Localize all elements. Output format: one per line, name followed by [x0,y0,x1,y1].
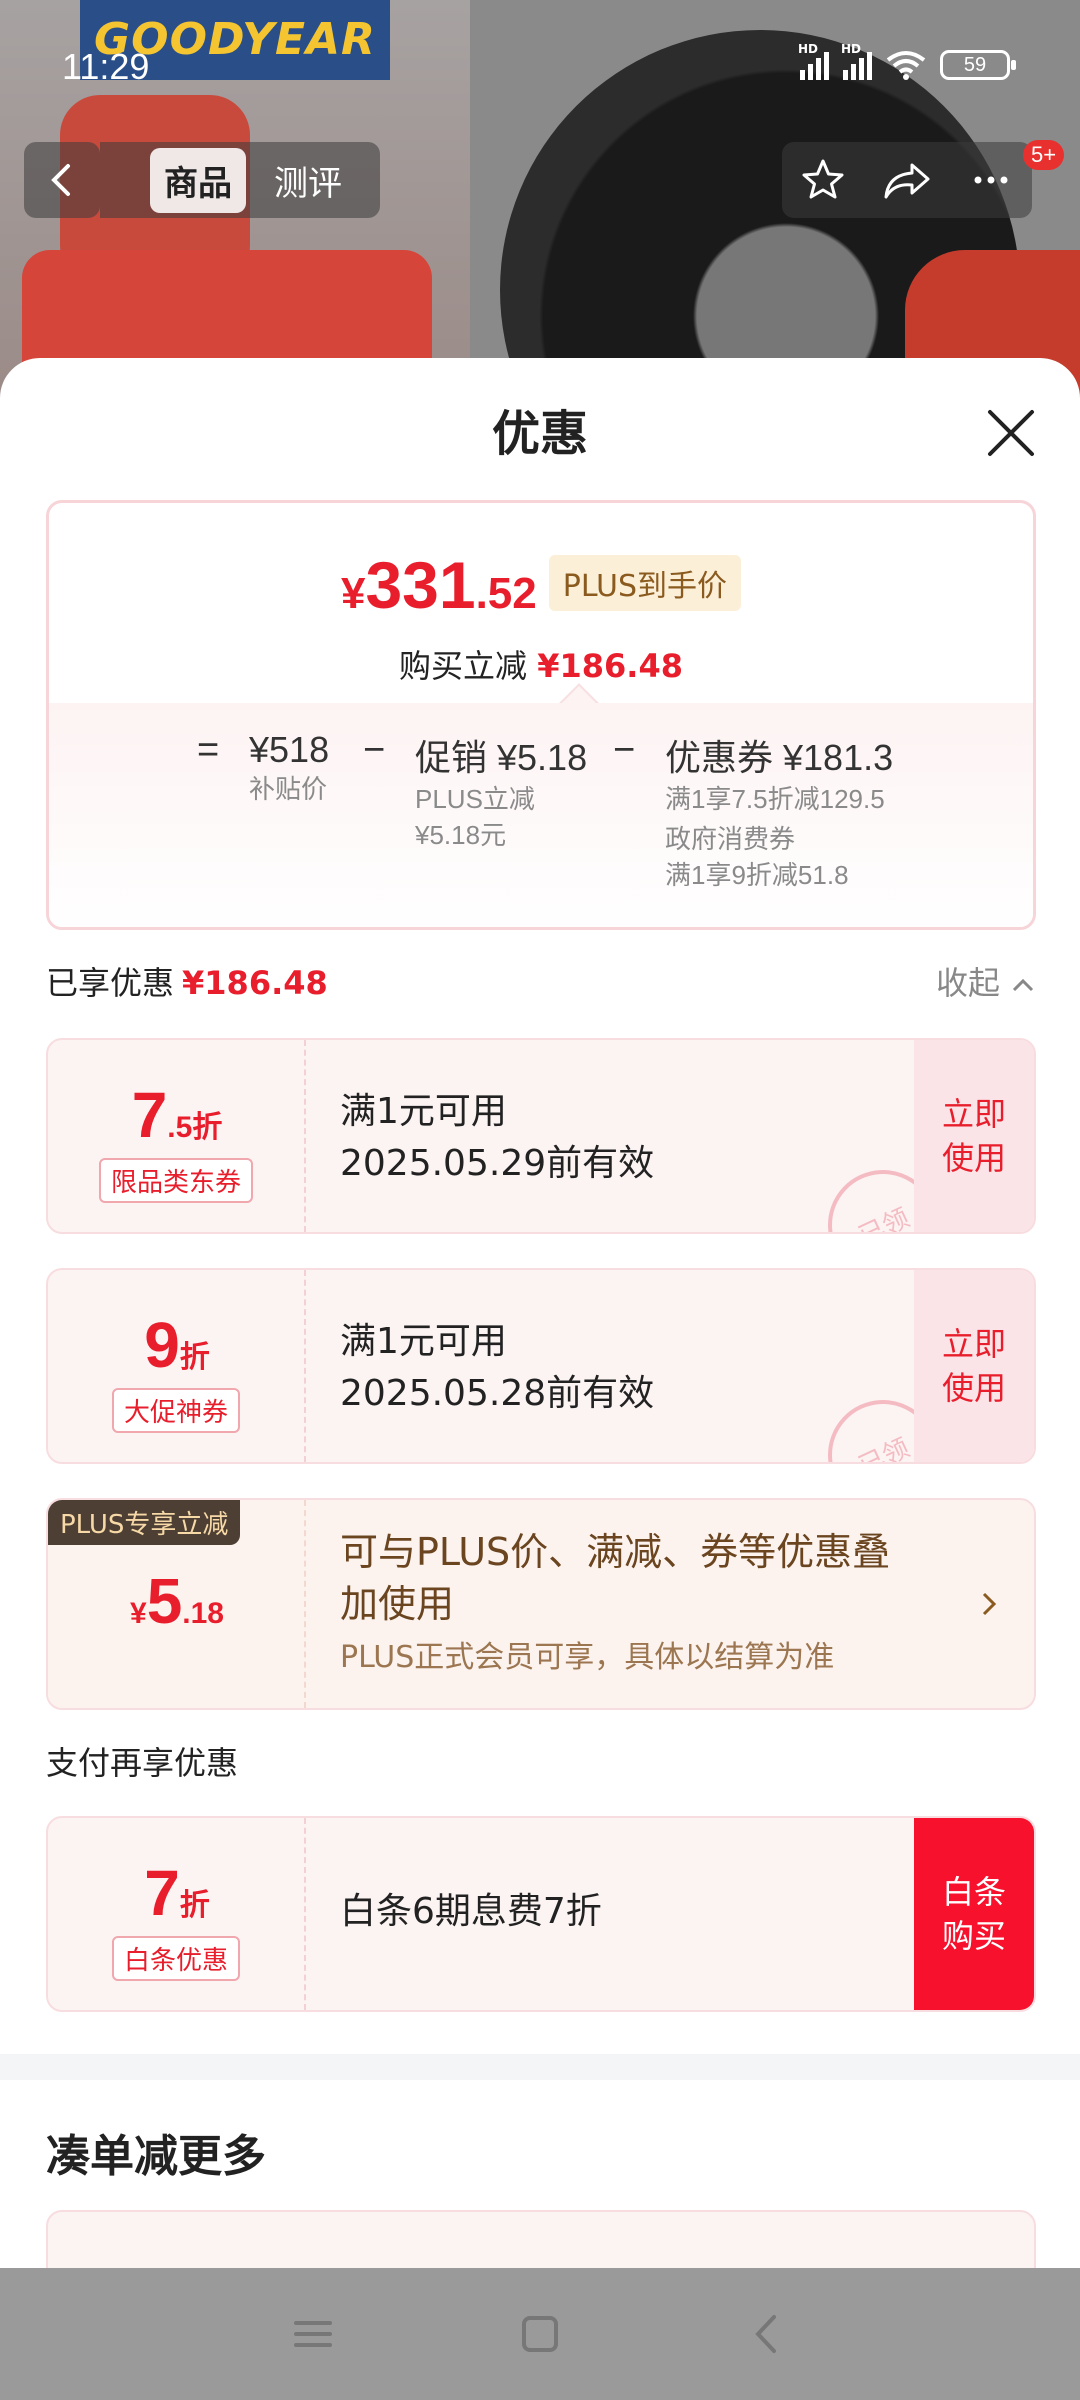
plus-description: 可与PLUS价、满减、券等优惠叠 加使用 [340,1530,891,1626]
baitiao-text: 白条6期息费7折 [340,1891,602,1932]
wifi-icon [886,51,926,80]
star-icon[interactable] [800,157,846,203]
baitiao-discount-value: 7折 [144,1857,210,1929]
baitiao-card[interactable]: 7折 白条优惠 白条6期息费7折 白条 购买 [46,1816,1036,2012]
minus-sign: − [363,729,386,771]
payment-section-heading: 支付再享优惠 [46,1744,239,1782]
message-badge: 5+ [1023,140,1065,170]
app-root: GOODYEAR 11:29 HD HD 59 商品 测评 5+ 优惠 ¥331… [0,0,1080,2400]
discount-sheet: 优惠 ¥331.52 PLUS到手价 购买立减 ¥186.48 = ¥518 补… [0,358,1080,2270]
battery-icon: 59 [940,50,1016,80]
use-now-button[interactable]: 立即 使用 [914,1270,1034,1462]
coupon-details: 满1元可用 2025.05.29前有效 [340,1091,655,1184]
close-icon[interactable] [980,402,1042,464]
nav-tabs: 商品 测评 [100,142,380,218]
final-price: ¥331.52 [340,548,537,622]
coupon-value-area: 7.5折 限品类东券 [48,1040,306,1232]
collapse-button[interactable]: 收起 [936,958,1036,1004]
baitiao-buy-button[interactable]: 白条 购买 [914,1818,1034,2010]
signal-icon: HD [798,42,829,80]
promo-discount: 促销 ¥5.18 PLUS立减 ¥5.18元 [415,737,588,850]
coupon-discount-value: 9折 [144,1309,210,1381]
status-icons: HD HD 59 [798,42,1016,80]
menu-icon[interactable] [288,2309,338,2359]
baitiao-tag: 白条优惠 [111,1936,241,1981]
system-nav-bar [0,2268,1080,2400]
use-now-button[interactable]: 立即 使用 [914,1040,1034,1232]
price-breakdown: = ¥518 补贴价 − 促销 ¥5.18 PLUS立减 ¥5.18元 − 优惠… [49,703,1033,927]
plus-note: PLUS正式会员可享，具体以结算为准 [340,1640,835,1675]
enjoyed-discount: 已享优惠 ¥186.48 [46,964,328,1002]
save-summary: 购买立减 ¥186.48 [399,647,683,685]
coupon-card[interactable]: 7.5折 限品类东券 满1元可用 2025.05.29前有效 已领 立即 使用 [46,1038,1036,1234]
plus-price-tag: PLUS到手价 [548,555,742,611]
section-divider [0,2054,1080,2080]
more-deal-card[interactable] [46,2210,1036,2270]
tab-review[interactable]: 测评 [260,148,356,213]
home-icon[interactable] [515,2309,565,2359]
equals-sign: = [197,729,220,771]
tab-product[interactable]: 商品 [150,147,246,213]
chevron-right-icon [982,1592,997,1616]
more-deals-heading: 凑单减更多 [46,2131,266,2182]
plus-divider [48,1500,306,1708]
coupon-value-area: 7折 白条优惠 [48,1818,306,2010]
signal-icon: HD [841,42,872,80]
back-icon[interactable] [742,2309,792,2359]
clock: 11:29 [62,46,150,87]
coupon-value-area: 9折 大促神券 [48,1270,306,1462]
price-summary-card: ¥331.52 PLUS到手价 购买立减 ¥186.48 = ¥518 补贴价 … [46,500,1036,930]
status-bar: 11:29 HD HD 59 [0,0,1080,140]
minus-sign: − [613,729,636,771]
sheet-title: 优惠 [491,406,588,462]
coupon-card[interactable]: 9折 大促神券 满1元可用 2025.05.28前有效 已领 立即 使用 [46,1268,1036,1464]
coupon-type-tag: 限品类东券 [98,1158,254,1203]
more-icon[interactable] [968,157,1014,203]
coupon-details: 满1元可用 2025.05.28前有效 [340,1321,655,1414]
back-button[interactable] [24,142,100,218]
chevron-left-icon [51,164,70,196]
coupon-discount: 优惠券 ¥181.3 满1享7.5折减129.5 政府消费券 满1享9折减51.… [665,737,894,890]
base-price: ¥518 补贴价 [249,729,330,804]
share-icon[interactable] [882,157,932,203]
chevron-up-icon [1013,978,1034,992]
coupon-type-tag: 大促神券 [111,1388,241,1433]
coupon-discount-value: 7.5折 [131,1079,223,1151]
plus-discount-card[interactable]: PLUS专享立减 ¥5.18 可与PLUS价、满减、券等优惠叠 加使用 PLUS… [46,1498,1036,1710]
nav-actions [782,142,1032,218]
